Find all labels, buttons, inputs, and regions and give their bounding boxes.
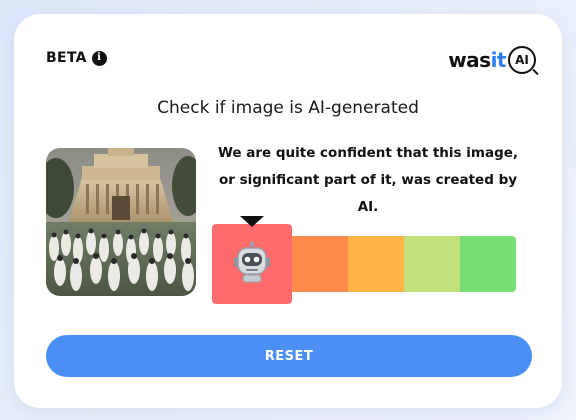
confidence-meter (212, 216, 516, 304)
logo-ai-magnifier: AI (508, 46, 536, 74)
detector-card: BETA i was it AI Check if image is AI-ge… (14, 14, 562, 408)
meter-level-5 (460, 236, 516, 292)
meter-level-2 (292, 236, 348, 292)
page-title: Check if image is AI-generated (157, 98, 419, 118)
beta-badge: BETA i (46, 50, 107, 66)
beta-label: BETA (46, 50, 87, 66)
logo-it: it (490, 48, 507, 72)
robot-icon (232, 241, 272, 287)
info-icon[interactable]: i (91, 50, 107, 66)
meter-level-4 (404, 236, 460, 292)
meter-pointer-icon (240, 216, 264, 227)
uploaded-image (46, 148, 196, 296)
meter-level-1 (212, 224, 292, 304)
logo-was: was (448, 48, 491, 72)
meter-level-3 (348, 236, 404, 292)
result-message: We are quite confident that this image, … (217, 145, 519, 215)
logo-ai: AI (515, 53, 529, 67)
wasitai-logo[interactable]: was it AI (448, 46, 536, 74)
reset-button[interactable]: RESET (46, 335, 532, 377)
